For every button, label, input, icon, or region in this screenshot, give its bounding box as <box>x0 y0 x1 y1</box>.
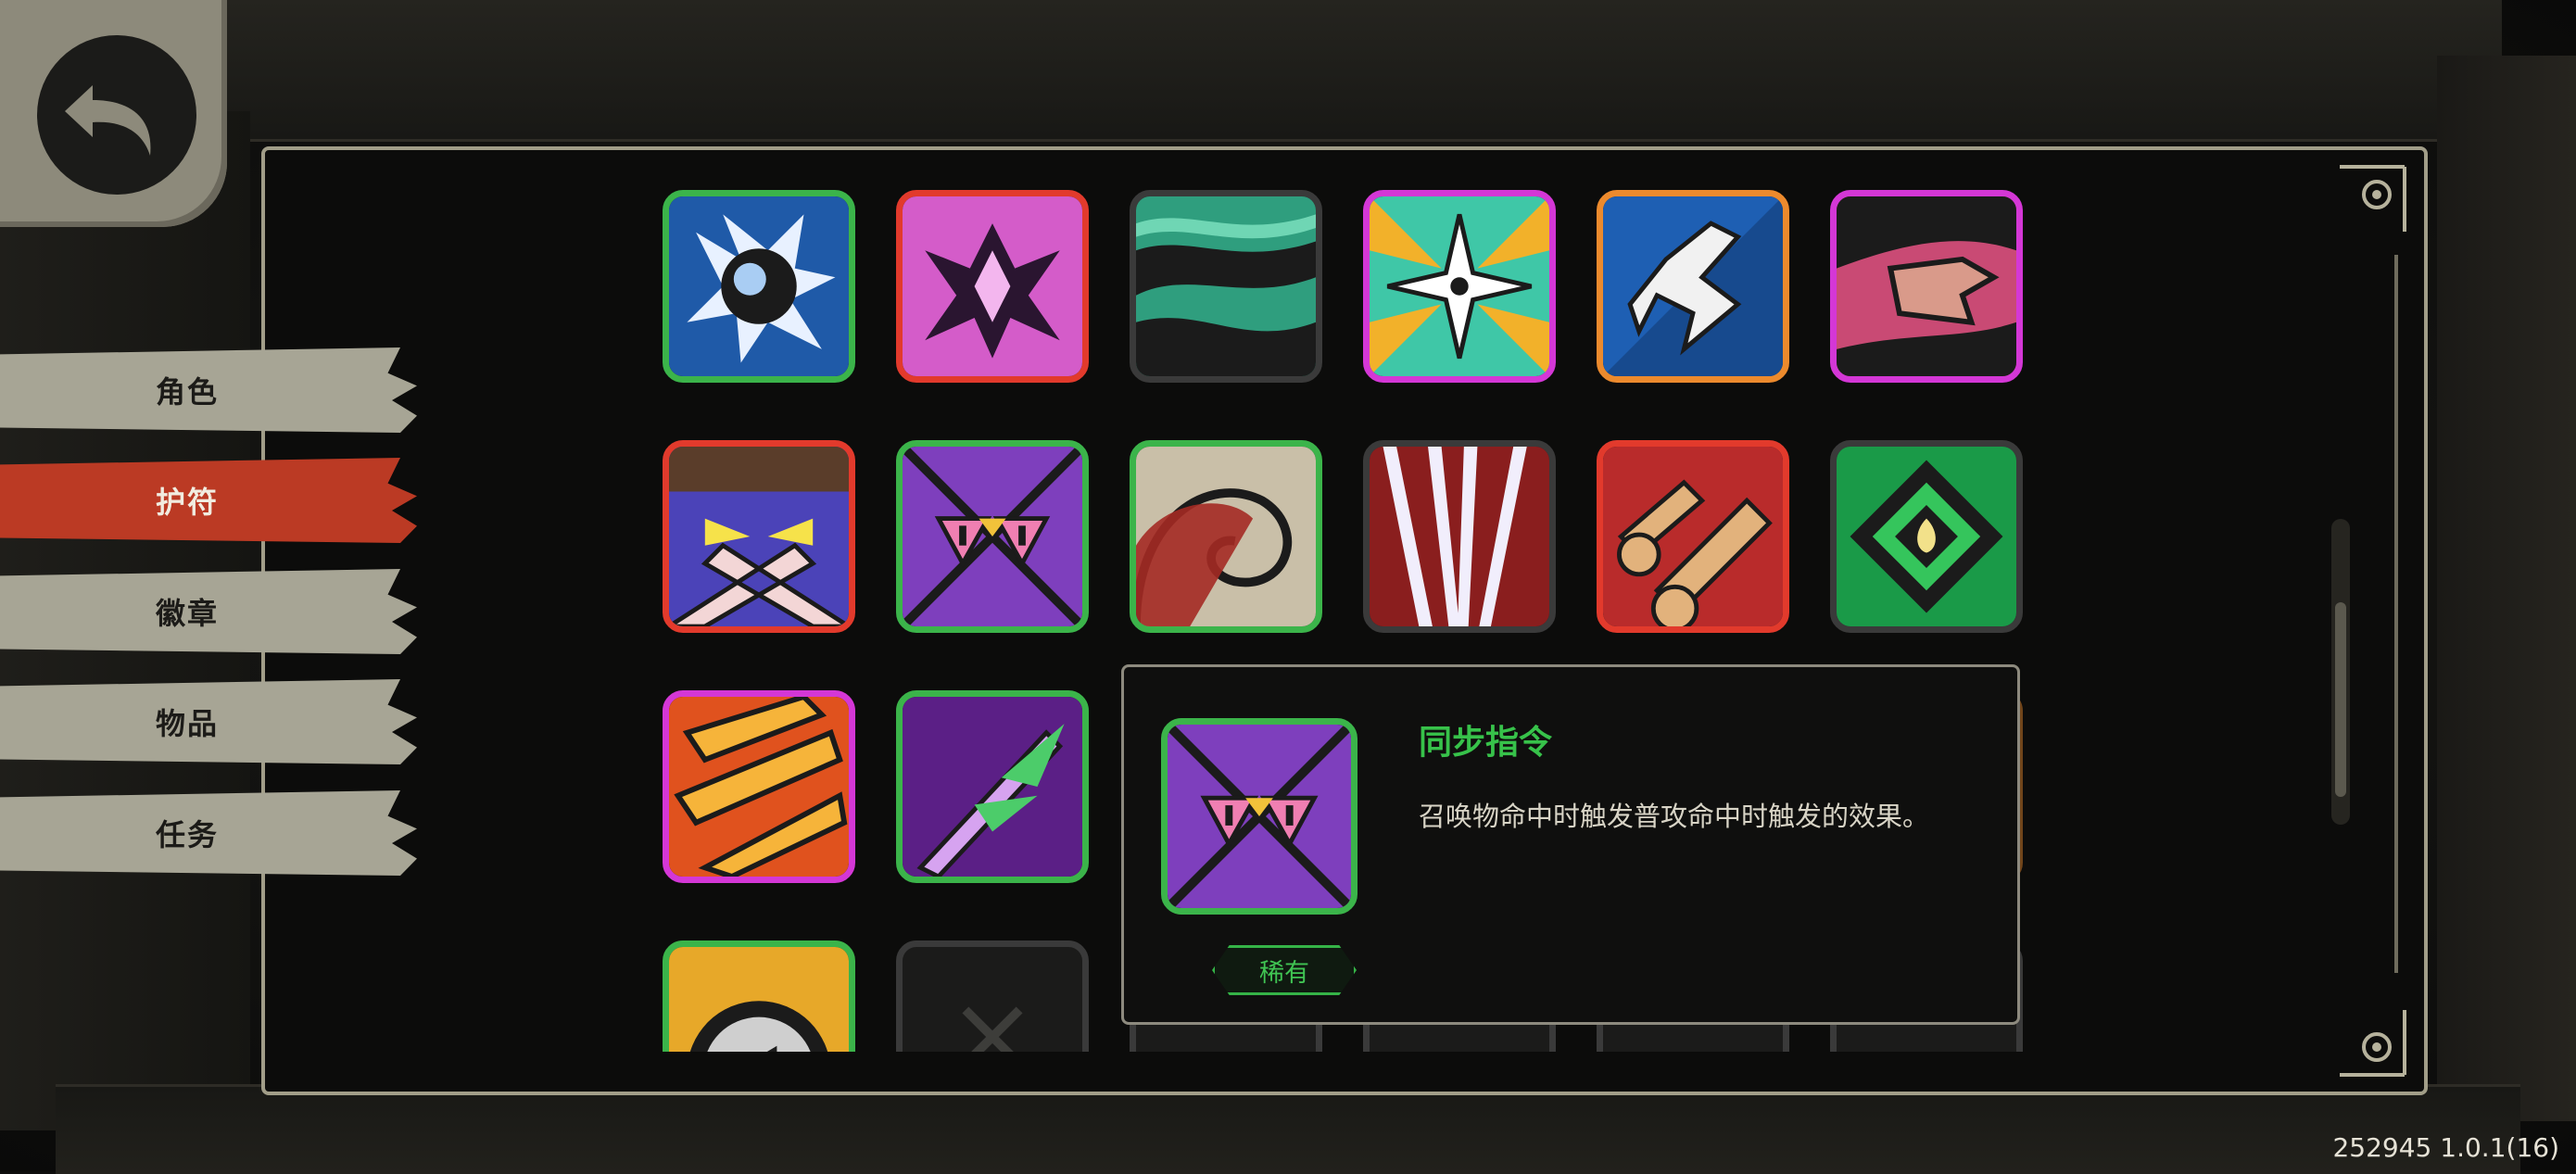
tooltip-description: 召唤物命中时触发普攻命中时触发的效果。 <box>1419 801 1930 832</box>
tab-label: 护符 <box>156 485 220 520</box>
rarity-badge: 稀有 <box>1212 945 1357 995</box>
back-arrow-icon <box>37 35 196 195</box>
locked-slot-icon <box>896 940 1089 1052</box>
panel-rail <box>2394 255 2398 973</box>
frame-top <box>213 0 2502 142</box>
amulet-fists-icon[interactable] <box>1597 440 1789 633</box>
amulet-fire-claws-icon[interactable] <box>663 690 855 883</box>
amulet-pointing-fist-icon[interactable] <box>1830 190 2023 383</box>
amulet-purple-plant-icon[interactable] <box>896 690 1089 883</box>
amulet-star-burst-icon[interactable] <box>1363 190 1556 383</box>
amulet-green-wave-icon[interactable] <box>1130 190 1322 383</box>
scrollbar-thumb[interactable] <box>2335 602 2346 797</box>
tab-badges[interactable]: 徽章 <box>0 569 417 654</box>
amulet-tooltip: 同步指令 召唤物命中时触发普攻命中时触发的效果。 稀有 <box>1121 664 2020 1025</box>
corner-ornament-bottom-icon <box>2340 1010 2406 1077</box>
amulet-gold-medallion-icon[interactable] <box>663 940 855 1052</box>
tab-label: 角色 <box>156 374 220 410</box>
tab-amulets[interactable]: 护符 <box>0 458 417 543</box>
amulet-claw-slash-icon[interactable] <box>1363 440 1556 633</box>
tab-label: 任务 <box>156 817 220 852</box>
warning-triangles-icon <box>1161 718 1357 915</box>
tab-label: 徽章 <box>156 596 220 631</box>
tab-characters[interactable]: 角色 <box>0 347 417 433</box>
tooltip-title: 同步指令 <box>1419 724 1553 762</box>
amulet-spiral-icon[interactable] <box>1130 440 1322 633</box>
amulet-running-figure-icon[interactable] <box>1597 190 1789 383</box>
amulet-warning-triangles-icon[interactable] <box>896 440 1089 633</box>
amulet-masked-face-icon[interactable] <box>663 440 855 633</box>
back-button[interactable] <box>0 0 227 227</box>
version-label: 252945 1.0.1(16) <box>2332 1132 2559 1163</box>
amulet-pink-crest-icon[interactable] <box>896 190 1089 383</box>
amulet-green-diamond-flame-icon[interactable] <box>1830 440 2023 633</box>
frame-right <box>2437 56 2576 1121</box>
tab-quests[interactable]: 任务 <box>0 790 417 876</box>
frame-bottom <box>56 1084 2520 1174</box>
tab-items[interactable]: 物品 <box>0 679 417 764</box>
amulet-cloud-burst-icon[interactable] <box>663 190 855 383</box>
tab-label: 物品 <box>156 706 220 741</box>
corner-ornament-top-icon <box>2340 165 2406 232</box>
